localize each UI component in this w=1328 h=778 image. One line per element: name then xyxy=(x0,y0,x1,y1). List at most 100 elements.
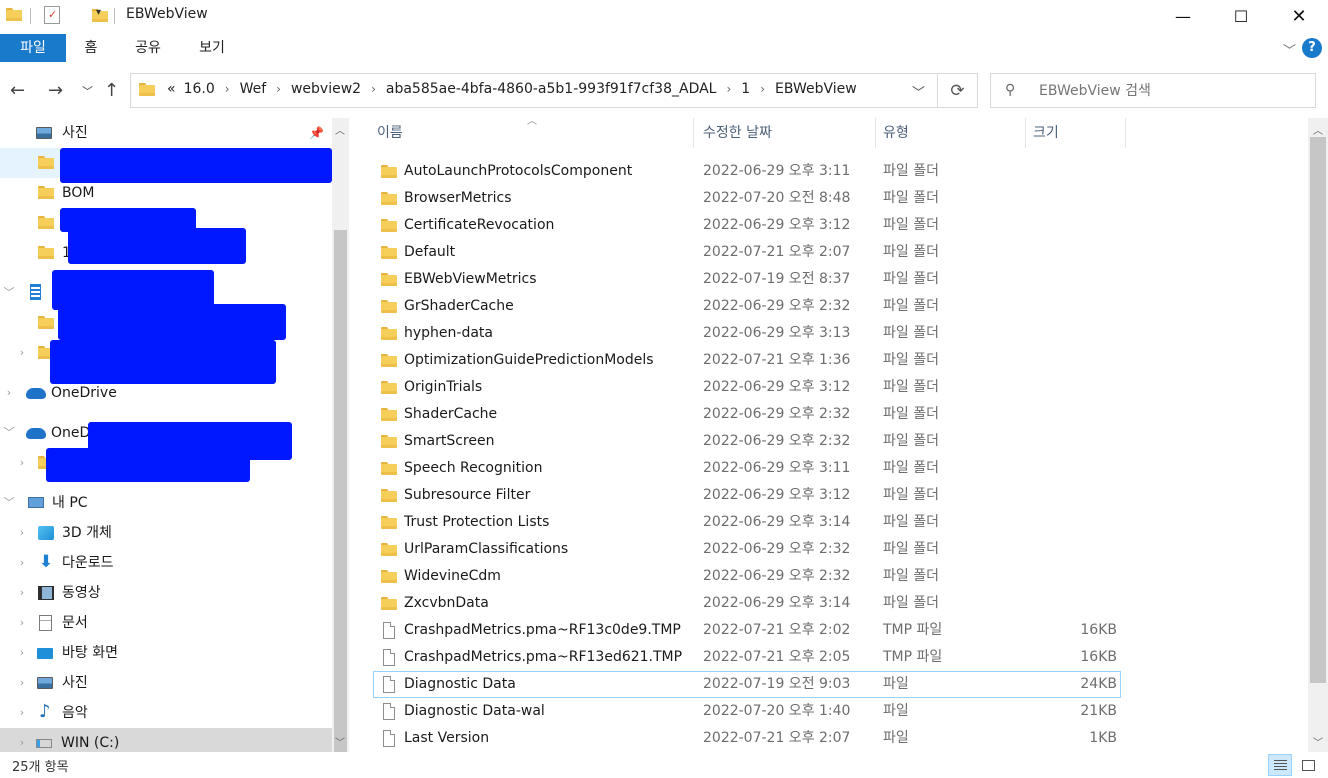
nav-item-music[interactable]: › ♪ 음악 xyxy=(0,698,332,728)
properties-icon[interactable]: ✓ xyxy=(44,6,60,24)
scroll-down-icon[interactable]: ﹀ xyxy=(1313,734,1323,749)
table-row[interactable]: Trust Protection Lists 2022-06-29 오후 3:14… xyxy=(373,509,1121,536)
tab-share[interactable]: 공유 xyxy=(128,34,168,62)
breadcrumb-item[interactable]: webview2 xyxy=(287,81,365,97)
table-row[interactable]: Last Version 2022-07-21 오후 2:07 파일 1KB xyxy=(373,725,1121,752)
table-row[interactable]: CrashpadMetrics.pma~RF13c0de9.TMP 2022-07… xyxy=(373,617,1121,644)
table-row[interactable]: OriginTrials 2022-06-29 오후 3:12 파일 폴더 xyxy=(373,374,1121,401)
column-divider[interactable] xyxy=(693,118,694,148)
table-row[interactable]: CrashpadMetrics.pma~RF13ed621.TMP 2022-07… xyxy=(373,644,1121,671)
refresh-button[interactable]: ⟳ xyxy=(938,73,978,108)
breadcrumb-item[interactable]: aba585ae-4bfa-4860-a5b1-993f91f7cf38_ADA… xyxy=(382,81,721,97)
table-row[interactable]: GrShaderCache 2022-06-29 오후 2:32 파일 폴더 xyxy=(373,293,1121,320)
recent-locations-icon[interactable]: ﹀ xyxy=(82,83,93,99)
back-arrow-icon[interactable]: ← xyxy=(10,80,25,101)
minimize-button[interactable]: — xyxy=(1154,0,1212,32)
table-row[interactable]: Subresource Filter 2022-06-29 오후 3:12 파일 폴… xyxy=(373,482,1121,509)
customize-quick-access-icon[interactable]: ▾ xyxy=(96,7,101,18)
tab-view[interactable]: 보기 xyxy=(192,34,232,62)
column-header-date[interactable]: 수정한 날짜 xyxy=(703,118,772,148)
breadcrumb-overflow[interactable]: « xyxy=(163,81,180,97)
details-view-button[interactable] xyxy=(1268,754,1292,776)
table-row[interactable]: AutoLaunchProtocolsComponent 2022-06-29 오… xyxy=(373,158,1121,185)
table-row[interactable]: OptimizationGuidePredictionModels 2022-07… xyxy=(373,347,1121,374)
column-header-size[interactable]: 크기 xyxy=(1033,118,1059,148)
chevron-right-icon[interactable]: › xyxy=(16,638,28,668)
nav-item-downloads[interactable]: › ⬇ 다운로드 xyxy=(0,548,332,578)
close-button[interactable]: ✕ xyxy=(1270,0,1328,32)
breadcrumb-item[interactable]: 16.0 xyxy=(180,81,219,97)
chevron-down-icon[interactable]: ﹀ xyxy=(912,82,925,101)
file-scrollbar[interactable]: ︿ ﹀ xyxy=(1308,118,1328,752)
table-row[interactable]: CertificateRevocation 2022-06-29 오후 3:12 파… xyxy=(373,212,1121,239)
nav-item-desktop[interactable]: › 바탕 화면 xyxy=(0,638,332,668)
table-row[interactable]: hyphen-data 2022-06-29 오후 3:13 파일 폴더 xyxy=(373,320,1121,347)
chevron-right-icon[interactable]: › xyxy=(16,518,28,548)
column-header-type[interactable]: 유형 xyxy=(883,118,909,148)
column-divider[interactable] xyxy=(1025,118,1026,148)
scrollbar-thumb[interactable] xyxy=(1310,137,1326,683)
table-row[interactable]: EBWebViewMetrics 2022-07-19 오전 8:37 파일 폴더 xyxy=(373,266,1121,293)
chevron-right-icon[interactable]: › xyxy=(16,338,28,368)
address-bar[interactable]: « 16.0 › Wef › webview2 › aba585ae-4bfa-… xyxy=(130,73,938,108)
scroll-up-icon[interactable]: ︿ xyxy=(335,122,345,137)
nav-item-this-pc[interactable]: ﹀ 내 PC xyxy=(0,488,332,518)
chevron-right-icon[interactable]: › xyxy=(219,82,236,96)
breadcrumb-item[interactable]: EBWebView xyxy=(771,81,861,97)
nav-item-3d-objects[interactable]: › 3D 개체 xyxy=(0,518,332,548)
nav-item-videos[interactable]: › 동영상 xyxy=(0,578,332,608)
maximize-button[interactable]: ☐ xyxy=(1212,0,1270,32)
help-icon[interactable]: ? xyxy=(1302,38,1322,58)
scrollbar-thumb[interactable] xyxy=(334,230,347,778)
forward-arrow-icon[interactable]: → xyxy=(48,80,63,101)
redaction-mark xyxy=(46,448,250,482)
chevron-down-icon[interactable]: ﹀ xyxy=(3,488,15,518)
scroll-up-icon[interactable]: ︿ xyxy=(1313,122,1323,137)
chevron-right-icon[interactable]: › xyxy=(16,548,28,578)
tab-file[interactable]: 파일 xyxy=(0,34,66,62)
scroll-down-icon[interactable]: ﹀ xyxy=(335,734,345,749)
breadcrumb-item[interactable]: 1 xyxy=(737,81,754,97)
chevron-right-icon[interactable]: › xyxy=(16,698,28,728)
pin-icon[interactable]: 📌 xyxy=(309,118,324,148)
table-row[interactable]: BrowserMetrics 2022-07-20 오전 8:48 파일 폴더 xyxy=(373,185,1121,212)
nav-item-drive-c[interactable]: › WIN (C:) xyxy=(0,728,332,752)
search-box[interactable]: ⚲ xyxy=(990,73,1316,108)
table-row[interactable]: Diagnostic Data 2022-07-19 오전 9:03 파일 24KB xyxy=(373,671,1121,698)
large-icons-view-button[interactable] xyxy=(1296,754,1320,776)
chevron-right-icon[interactable]: › xyxy=(754,82,771,96)
chevron-down-icon[interactable]: ﹀ xyxy=(3,418,15,448)
table-row[interactable]: ZxcvbnData 2022-06-29 오후 3:14 파일 폴더 xyxy=(373,590,1121,617)
table-row[interactable]: Diagnostic Data-wal 2022-07-20 오후 1:40 파일 2… xyxy=(373,698,1121,725)
chevron-right-icon[interactable]: › xyxy=(720,82,737,96)
column-header-name[interactable]: 이름 xyxy=(377,118,403,148)
breadcrumb-item[interactable]: Wef xyxy=(236,81,271,97)
chevron-right-icon[interactable]: › xyxy=(16,668,28,698)
table-row[interactable]: WidevineCdm 2022-06-29 오후 2:32 파일 폴더 xyxy=(373,563,1121,590)
folder-icon xyxy=(381,300,397,314)
chevron-right-icon[interactable]: › xyxy=(270,82,287,96)
folder-icon xyxy=(38,216,54,230)
tab-home[interactable]: 홈 xyxy=(76,34,106,62)
column-divider[interactable] xyxy=(875,118,876,148)
chevron-down-icon[interactable]: ﹀ xyxy=(3,278,15,308)
column-divider[interactable] xyxy=(1125,118,1126,148)
chevron-down-icon[interactable]: ﹀ xyxy=(1283,40,1296,59)
chevron-right-icon[interactable]: › xyxy=(16,448,28,478)
up-arrow-icon[interactable]: ↑ xyxy=(104,80,119,101)
chevron-right-icon[interactable]: › xyxy=(16,728,28,752)
nav-item-documents[interactable]: › 문서 xyxy=(0,608,332,638)
nav-scrollbar[interactable]: ︿ ﹀ xyxy=(332,118,349,778)
table-row[interactable]: Default 2022-07-21 오후 2:07 파일 폴더 xyxy=(373,239,1121,266)
chevron-right-icon[interactable]: › xyxy=(16,608,28,638)
table-row[interactable]: SmartScreen 2022-06-29 오후 2:32 파일 폴더 xyxy=(373,428,1121,455)
nav-item-photos[interactable]: › 사진 xyxy=(0,668,332,698)
search-input[interactable] xyxy=(1039,80,1299,102)
chevron-right-icon[interactable]: › xyxy=(365,82,382,96)
nav-item-photos-pinned[interactable]: 사진 📌 xyxy=(0,118,332,148)
table-row[interactable]: Speech Recognition 2022-06-29 오후 3:11 파일 폴… xyxy=(373,455,1121,482)
chevron-right-icon[interactable]: › xyxy=(3,378,15,408)
table-row[interactable]: UrlParamClassifications 2022-06-29 오후 2:3… xyxy=(373,536,1121,563)
table-row[interactable]: ShaderCache 2022-06-29 오후 2:32 파일 폴더 xyxy=(373,401,1121,428)
chevron-right-icon[interactable]: › xyxy=(16,578,28,608)
